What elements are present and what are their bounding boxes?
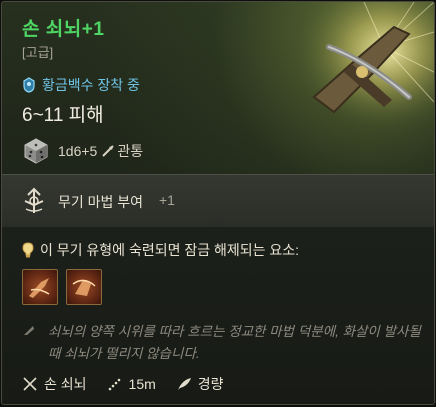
item-name: 손 쇠뇌+1 xyxy=(22,19,105,40)
weapon-action-icon-2[interactable] xyxy=(66,269,102,305)
equip-status: 황금백수 장착 중 xyxy=(22,75,140,95)
slash-action-icon xyxy=(29,278,50,298)
dice-formula: 1d6+5 xyxy=(58,143,98,159)
weapon-enchant-icon xyxy=(24,187,44,213)
proficiency-text: 이 무기 유형에 숙련되면 잠금 해제되는 요소: xyxy=(40,242,300,258)
range-icon xyxy=(108,378,120,391)
damage-dice-row: 1d6+5 관통 xyxy=(22,137,143,165)
unlocked-actions xyxy=(22,269,110,305)
enchant-bonus: +1 xyxy=(159,192,175,208)
weapon-action-icon-1[interactable] xyxy=(22,269,58,305)
flavor-text: 쇠뇌의 양쪽 시위를 따라 흐르는 정교한 마법 덕분에, 화살이 발사될 때 … xyxy=(48,324,421,361)
item-properties: 손 쇠뇌 15m 경량 xyxy=(22,374,244,394)
equip-status-text: 황금백수 장착 중 xyxy=(42,77,140,93)
weapon-range: 15m xyxy=(128,376,156,392)
hand-crossbow-art xyxy=(274,2,434,142)
lightbulb-icon xyxy=(22,242,34,258)
item-tooltip: 손 쇠뇌+1 [고급] 황금백수 장착 중 6~11 피해 1d6+5 관통 무… xyxy=(1,1,435,405)
equipped-character-icon xyxy=(23,77,35,93)
damage-range: 6~11 피해 xyxy=(22,105,104,126)
tooltip-header: 손 쇠뇌+1 [고급] 황금백수 장착 중 6~11 피해 1d6+5 관통 xyxy=(2,2,434,174)
proficiency-header: 이 무기 유형에 숙련되면 잠금 해제되는 요소: xyxy=(22,240,299,260)
damage-type: 관통 xyxy=(117,143,144,159)
weapon-type: 손 쇠뇌 xyxy=(44,376,87,392)
tooltip-details: 이 무기 유형에 숙련되면 잠금 해제되는 요소: 쇠뇌의 양쪽 시위를 따라 … xyxy=(2,227,434,404)
weapon-weight: 경량 xyxy=(197,376,224,392)
dice-icon xyxy=(24,138,48,164)
quill-icon xyxy=(24,326,34,335)
shot-action-icon xyxy=(72,279,96,296)
feather-weight-icon xyxy=(177,378,191,390)
enchant-label: 무기 마법 부여 xyxy=(58,194,144,210)
piercing-icon xyxy=(102,145,115,157)
crossed-weapons-icon xyxy=(23,377,37,391)
item-rarity: [고급] xyxy=(22,45,54,60)
enchantment-band: 무기 마법 부여 +1 xyxy=(2,174,434,240)
